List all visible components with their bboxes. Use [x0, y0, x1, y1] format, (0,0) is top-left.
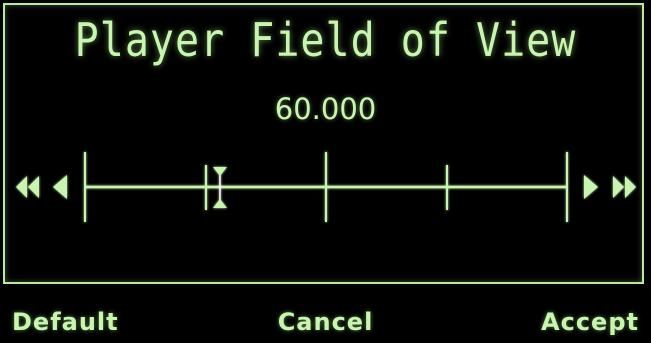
left-arrow-icon[interactable] — [53, 175, 67, 199]
slider-control — [16, 152, 636, 222]
dialog-title: Player Field of View — [74, 14, 577, 68]
slider-track[interactable] — [84, 152, 568, 222]
double-right-arrow-icon[interactable] — [613, 176, 636, 198]
double-left-arrow-icon[interactable] — [16, 176, 39, 198]
cancel-button[interactable]: Cancel — [278, 308, 374, 336]
accept-button[interactable]: Accept — [541, 308, 639, 336]
right-arrow-icon[interactable] — [584, 175, 598, 199]
slider-value-readout: 60.000 — [274, 92, 377, 126]
